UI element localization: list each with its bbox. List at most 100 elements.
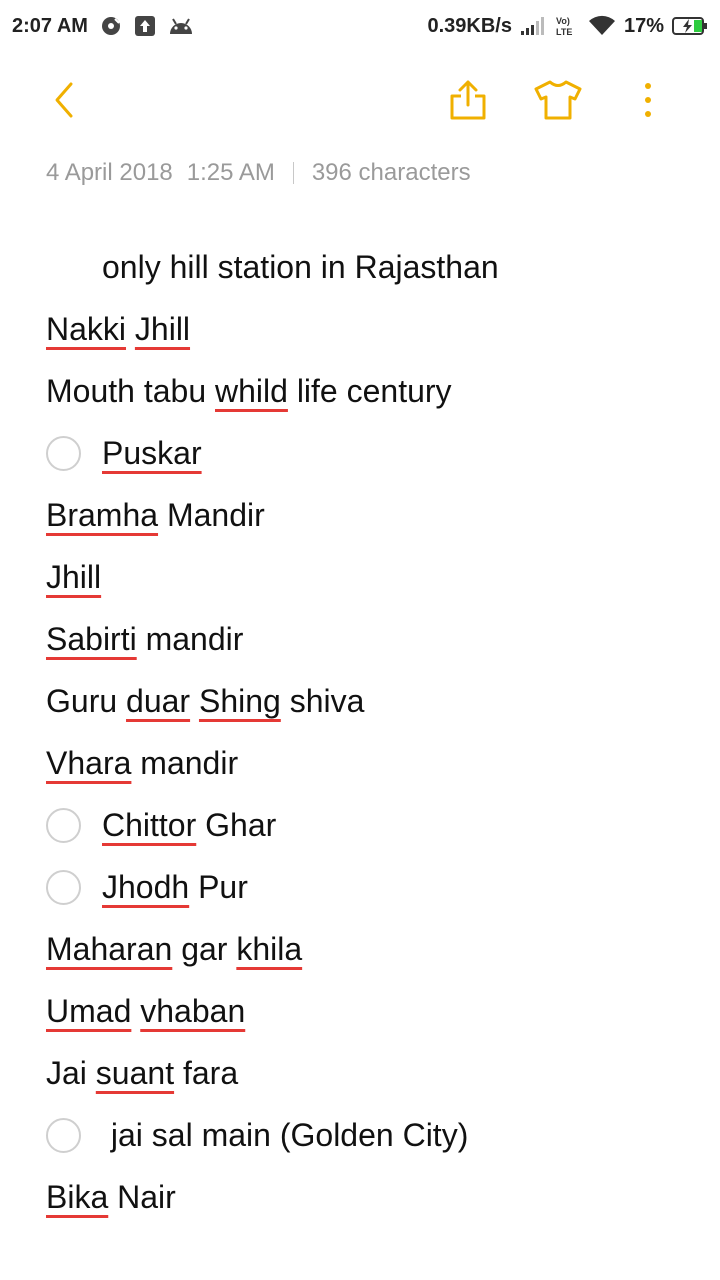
text-segment: life century	[287, 373, 452, 409]
note-line-text: Maharan gar khila	[46, 933, 302, 965]
text-segment: jai sal main (Golden City)	[102, 1117, 469, 1153]
misspelled-word: Shing	[198, 683, 281, 719]
text-segment: only hill station in Rajasthan	[102, 249, 499, 285]
note-time: 1:25 AM	[186, 159, 275, 186]
note-line[interactable]: Jai suant fara	[46, 1042, 686, 1104]
misspelled-word: Jhodh	[102, 869, 190, 905]
misspelled-word: duar	[126, 683, 191, 719]
note-line-text: jai sal main (Golden City)	[102, 1119, 468, 1151]
note-line[interactable]: Nakki Jhill	[46, 298, 686, 360]
misspelled-word: Bramha	[46, 497, 159, 533]
note-line-text: Bramha Mandir	[46, 499, 265, 531]
more-options-button[interactable]	[620, 78, 676, 126]
misspelled-word: Nakki	[46, 311, 127, 347]
tshirt-icon	[533, 79, 583, 126]
character-count: 396 characters	[311, 159, 471, 186]
misspelled-word: suant	[95, 1055, 175, 1091]
back-button[interactable]	[36, 78, 92, 126]
note-line[interactable]: Guru duar Shing shiva	[46, 670, 686, 732]
misspelled-word: Maharan	[46, 931, 173, 967]
meta-divider	[292, 162, 294, 184]
note-line-text: Puskar	[102, 437, 202, 469]
battery-percent: 17%	[623, 14, 664, 37]
text-segment	[126, 311, 135, 347]
misspelled-word: Jhill	[46, 559, 102, 595]
misspelled-word: Bika	[46, 1179, 109, 1215]
note-line-text: Jhodh Pur	[102, 871, 248, 903]
signal-icon	[520, 16, 546, 36]
more-vertical-icon	[643, 82, 653, 123]
misspelled-word: Sabirti	[46, 621, 137, 657]
checkbox-circle[interactable]	[46, 869, 81, 905]
misspelled-word: Puskar	[102, 435, 202, 471]
checkbox-circle[interactable]	[46, 435, 81, 471]
note-line-text: Guru duar Shing shiva	[46, 685, 364, 717]
checklist-item[interactable]: jai sal main (Golden City)	[46, 1104, 686, 1166]
text-segment	[131, 993, 140, 1029]
status-bar: 2:07 AM 0.39KB/s Vo) LTE 17%	[0, 0, 720, 52]
text-segment: mandir	[131, 745, 239, 781]
note-line[interactable]: Vhara mandir	[46, 732, 686, 794]
checklist-item[interactable]: Jhodh Pur	[46, 856, 686, 918]
note-line-text: only hill station in Rajasthan	[46, 251, 499, 283]
text-segment: Mouth tabu	[46, 373, 215, 409]
share-button[interactable]	[440, 78, 496, 126]
note-line-text: Jhill	[46, 561, 101, 593]
text-segment: gar	[172, 931, 237, 967]
note-line[interactable]: Mouth tabu whild life century	[46, 360, 686, 422]
svg-text:LTE: LTE	[556, 27, 572, 37]
upload-notification-icon	[134, 15, 156, 37]
misspelled-word: Vhara	[46, 745, 132, 781]
text-segment: Ghar	[196, 807, 277, 843]
note-toolbar	[0, 70, 720, 134]
note-date: 4 April 2018	[46, 159, 173, 186]
checklist-item[interactable]: Chittor Ghar	[46, 794, 686, 856]
status-bar-left: 2:07 AM	[12, 15, 194, 38]
note-line[interactable]: Umad vhaban	[46, 980, 686, 1042]
text-segment: Jai	[46, 1055, 96, 1091]
note-line-text: Sabirti mandir	[46, 623, 243, 655]
misspelled-word: whild	[215, 373, 288, 409]
share-icon	[448, 79, 488, 126]
note-metadata: 4 April 2018 1:25 AM 396 characters	[46, 156, 471, 190]
misspelled-word: Umad	[46, 993, 132, 1029]
disc-icon	[100, 15, 122, 37]
note-line[interactable]: Sabirti mandir	[46, 608, 686, 670]
misspelled-word: Chittor	[102, 807, 197, 843]
note-line-text: Nakki Jhill	[46, 313, 190, 345]
android-icon	[168, 16, 194, 36]
checklist-item[interactable]: Puskar	[46, 422, 686, 484]
note-line[interactable]: Maharan gar khila	[46, 918, 686, 980]
misspelled-word: vhaban	[140, 993, 246, 1029]
text-segment: Pur	[189, 869, 248, 905]
checkbox-circle[interactable]	[46, 1117, 81, 1153]
note-body[interactable]: only hill station in Rajasthan Nakki Jhil…	[46, 236, 686, 1228]
note-line-text: Jai suant fara	[46, 1057, 238, 1089]
note-line[interactable]: Bika Nair	[46, 1166, 686, 1228]
checkbox-circle[interactable]	[46, 807, 81, 843]
status-bar-right: 0.39KB/s Vo) LTE 17%	[427, 14, 708, 38]
volte-icon: Vo) LTE	[554, 14, 580, 38]
svg-text:Vo): Vo)	[556, 16, 570, 26]
text-segment: Mandir	[158, 497, 265, 533]
wifi-icon	[588, 15, 616, 37]
note-line[interactable]: Bramha Mandir	[46, 484, 686, 546]
text-segment	[190, 683, 199, 719]
note-line-text: Vhara mandir	[46, 747, 238, 779]
misspelled-word: khila	[236, 931, 303, 967]
text-segment: Nair	[108, 1179, 176, 1215]
network-speed: 0.39KB/s	[427, 14, 512, 37]
text-segment: mandir	[136, 621, 244, 657]
note-line[interactable]: only hill station in Rajasthan	[46, 236, 686, 298]
battery-charging-icon	[672, 16, 708, 36]
status-time: 2:07 AM	[12, 14, 88, 37]
note-line-text: Mouth tabu whild life century	[46, 375, 452, 407]
text-segment: Guru	[46, 683, 127, 719]
theme-button[interactable]	[530, 78, 586, 126]
note-line-text: Chittor Ghar	[102, 809, 276, 841]
chevron-left-icon	[49, 80, 79, 125]
text-segment: shiva	[280, 683, 365, 719]
note-line[interactable]: Jhill	[46, 546, 686, 608]
text-segment: fara	[174, 1055, 239, 1091]
note-line-text: Umad vhaban	[46, 995, 245, 1027]
